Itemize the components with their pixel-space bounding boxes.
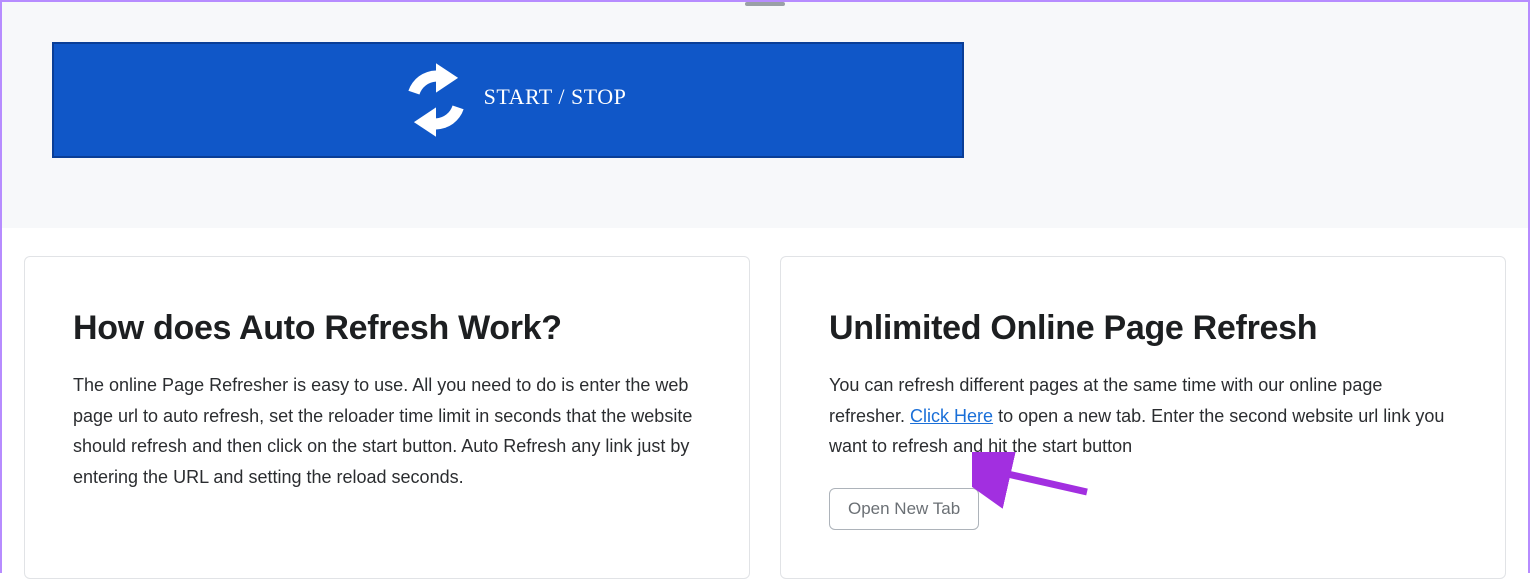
card-how-it-works: How does Auto Refresh Work? The online P… — [24, 256, 750, 579]
start-stop-label: START / STOP — [484, 84, 627, 110]
card-body: The online Page Refresher is easy to use… — [73, 370, 701, 492]
cards-row: How does Auto Refresh Work? The online P… — [2, 228, 1528, 579]
top-region: START / STOP — [2, 2, 1528, 228]
card-unlimited-refresh: Unlimited Online Page Refresh You can re… — [780, 256, 1506, 579]
refresh-icon — [390, 54, 482, 146]
card-title: How does Auto Refresh Work? — [73, 309, 701, 348]
card-body: You can refresh different pages at the s… — [829, 370, 1457, 462]
open-new-tab-button[interactable]: Open New Tab — [829, 488, 979, 530]
card-title: Unlimited Online Page Refresh — [829, 309, 1457, 348]
top-handle-decor — [745, 2, 785, 6]
start-stop-button[interactable]: START / STOP — [52, 42, 964, 158]
click-here-link[interactable]: Click Here — [910, 406, 993, 426]
